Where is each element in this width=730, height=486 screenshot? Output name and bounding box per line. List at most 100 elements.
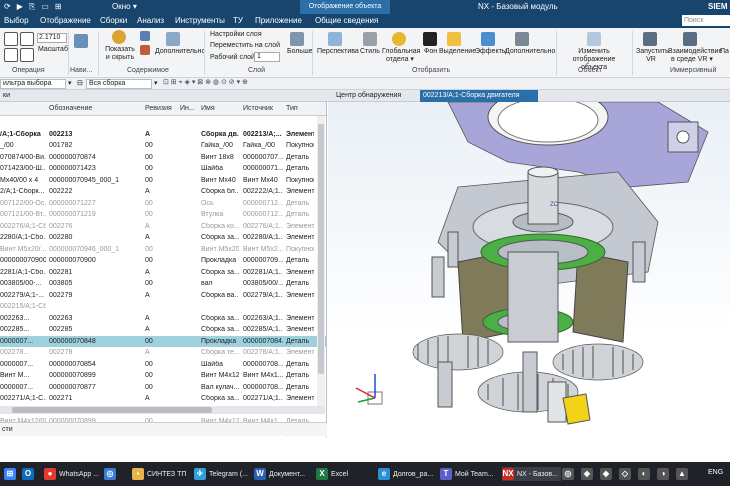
scale-input[interactable]: 2.1710 — [37, 33, 67, 43]
vr-interaction-icon[interactable] — [683, 32, 697, 46]
menu-item-tools[interactable]: Инструменты — [175, 16, 225, 25]
column-header-instance[interactable]: Ин... — [180, 105, 195, 112]
taskbar-item[interactable]: T Мой Team... — [440, 467, 494, 481]
quick-access-item[interactable]: ▶ — [17, 2, 23, 12]
navigator-row[interactable]: 2/А;1-Сборк... 002222 A Сборка бл... 002222/… — [0, 186, 326, 198]
vertical-scrollbar[interactable] — [317, 116, 325, 406]
start-button[interactable]: ⊞ — [4, 467, 19, 481]
navigator-row[interactable]: Mx40/00 x 4 000000070945_000_1 00 Винт Mx40… — [0, 175, 326, 187]
details-panel-header[interactable]: сти — [0, 422, 327, 436]
navigator-row[interactable]: 002285... 002285 A Сборка за... 002285/А;1..… — [0, 324, 326, 336]
pa-button[interactable]: Па — [720, 48, 729, 56]
navigator-row[interactable]: 070874/00-Ви... 000000070874 00 Винт 18x8 00… — [0, 152, 326, 164]
navigator-row[interactable]: 071423/00-Ш... 000000071423 00 Шайба 0000000… — [0, 163, 326, 175]
navigator-row[interactable]: 007122/00-Ос... 000000071227 00 Ось 00000071… — [0, 198, 326, 210]
selection-tools-icons[interactable]: ⊡ ⊞ ⌖ ◈ ▾ ⊠ ⊗ ◍ ⊙ ⊘ ▾ ⊕ — [163, 79, 248, 87]
taskbar-item[interactable]: ◎ — [104, 467, 119, 481]
global-transparency-icon[interactable] — [392, 32, 406, 46]
taskbar-item[interactable]: X Excel — [316, 467, 348, 481]
horizontal-scrollbar[interactable] — [0, 406, 325, 414]
navigator-row[interactable]: /А;1-Сборка 002213 A Сборка дв... 002213/А;.… — [0, 129, 326, 141]
more-layer-icon[interactable] — [290, 32, 304, 46]
navigator-row[interactable]: Винт M... 000000070899 00 Винт M4x12 Винт M4… — [0, 370, 326, 382]
edit-object-display-icon[interactable] — [587, 32, 601, 46]
menu-item-application[interactable]: Приложение — [255, 16, 302, 25]
scroll-thumb[interactable] — [318, 124, 324, 374]
fit-view-icon[interactable] — [4, 32, 18, 46]
tray-icon[interactable]: ◆ — [600, 468, 612, 480]
perspective-button[interactable]: Перспектива — [317, 48, 359, 56]
work-layer-select[interactable]: 1 — [254, 52, 280, 62]
more-layer-button[interactable]: Больше — [287, 48, 313, 56]
scroll-thumb[interactable] — [12, 407, 212, 413]
show-hide-icon[interactable] — [112, 30, 126, 44]
navigator-row[interactable]: 007121/00-Вт... 000000071219 00 Втулка 00000… — [0, 209, 326, 221]
taskbar-item[interactable]: ✈ Telegram (... — [194, 467, 248, 481]
tray-icon[interactable]: ◈ — [581, 468, 593, 480]
navigator-row[interactable]: Винт M5x20/... 000000070946_000_1 00 Винт M… — [0, 244, 326, 256]
navigator-tab[interactable]: ки — [0, 90, 10, 102]
navigator-row[interactable]: 002271/А;1-С... 002271 A Сборка за... 002271… — [0, 393, 326, 405]
navigator-row[interactable]: 2281/А;1-Сбо... 002281 A Сборка за... 002281… — [0, 267, 326, 279]
style-icon[interactable] — [363, 32, 377, 46]
column-header-revision[interactable]: Ревизия — [145, 105, 172, 112]
navigator-row[interactable]: _/00 001782 00 Гайка_/00 Гайка_/00 Покупнов — [0, 140, 326, 152]
window-menu[interactable]: Окно ▾ — [112, 2, 137, 11]
global-transparency-button[interactable]: Глобальная отдела ▾ — [382, 48, 420, 64]
launch-vr-button[interactable]: Запустить VR — [636, 48, 669, 64]
more-display-button[interactable]: Дополнительно — [505, 48, 555, 56]
input-language[interactable]: ENG — [708, 469, 723, 476]
command-search-input[interactable]: Поиск команды — [682, 15, 730, 35]
menu-item-tu[interactable]: ТУ — [233, 16, 243, 25]
navigator-row[interactable] — [0, 117, 326, 129]
layer-settings-button[interactable]: Настройки слоя — [210, 31, 262, 39]
menu-item-display[interactable]: Отображение — [40, 16, 91, 25]
navigator-row[interactable]: 002215/А;1-Сборка поршня — [0, 301, 326, 313]
highlight-button[interactable]: Выделение — [439, 48, 476, 56]
quick-access-item[interactable]: ⊞ — [55, 2, 62, 12]
chevron-down-icon[interactable]: ▾ — [68, 80, 72, 88]
column-header-designation[interactable]: Обозначение — [49, 105, 92, 112]
menu-item-analysis[interactable]: Анализ — [137, 16, 164, 25]
effects-icon[interactable] — [481, 32, 495, 46]
column-header-source[interactable]: Источник — [243, 105, 273, 112]
graphics-viewport[interactable]: ZC — [328, 102, 730, 437]
menu-item-general[interactable]: Общие сведения — [315, 16, 378, 25]
taskbar-item-active[interactable]: NX NX - Базов... — [502, 467, 561, 481]
content-icon[interactable] — [140, 45, 150, 55]
zoom-icon[interactable] — [20, 32, 34, 46]
navigator-row[interactable]: 0000007... 000000070877 00 Вал кулач... 0000… — [0, 382, 326, 394]
navigator-row[interactable]: 0000007... 000000070848 00 Прокладка 0000007… — [0, 335, 326, 347]
tray-icon[interactable]: ◇ — [619, 468, 631, 480]
column-header-type[interactable]: Тип — [286, 105, 298, 112]
show-hide-button[interactable]: Показать и скрыть — [104, 46, 136, 62]
assembly-scope-select[interactable]: Вся сборка — [86, 79, 152, 89]
tab-discovery-center[interactable]: Центр обнаружения — [333, 90, 411, 102]
background-icon[interactable] — [423, 32, 437, 46]
vr-headset-icon[interactable] — [643, 32, 657, 46]
background-button[interactable]: Фон — [424, 48, 437, 56]
tray-icon[interactable]: ▲ — [676, 468, 688, 480]
tray-icon[interactable]: ◐ — [638, 468, 650, 480]
column-header-name[interactable]: Имя — [201, 105, 215, 112]
rotate-icon[interactable] — [4, 48, 18, 62]
chevron-down-icon[interactable]: ▾ — [154, 80, 158, 88]
taskbar-item[interactable]: ▪ СИНТЕЗ ТП — [132, 467, 186, 481]
move-to-layer-button[interactable]: Переместить на слой — [210, 42, 280, 50]
menu-item-selection[interactable]: Выбор — [4, 16, 29, 25]
more-content-icon[interactable] — [166, 32, 180, 46]
taskbar-item[interactable]: O — [22, 467, 37, 481]
pan-icon[interactable] — [20, 48, 34, 62]
quick-access-item[interactable]: ⟳ — [4, 2, 11, 12]
filter-icon[interactable]: ⊟ — [77, 80, 83, 88]
effects-button[interactable]: Эффекты — [475, 48, 507, 56]
quick-access-item[interactable]: ⎘ — [29, 2, 35, 12]
navigator-row[interactable]: 002278... 002278 A Сборка те... 002278/А;1..… — [0, 347, 326, 359]
navigator-icon[interactable] — [74, 34, 88, 48]
menu-item-assemblies[interactable]: Сборки — [100, 16, 127, 25]
vr-interaction-button[interactable]: Взаимодействие в среде VR ▾ — [668, 48, 722, 64]
navigator-row[interactable]: 002279/А;1-... 002279 A Сборка ва... 002279/… — [0, 290, 326, 302]
highlight-icon[interactable] — [447, 32, 461, 46]
navigator-row[interactable]: 002263... 002263 A Сборка за... 002263/А;1..… — [0, 313, 326, 325]
quick-access-item[interactable]: ▭ — [41, 2, 49, 12]
